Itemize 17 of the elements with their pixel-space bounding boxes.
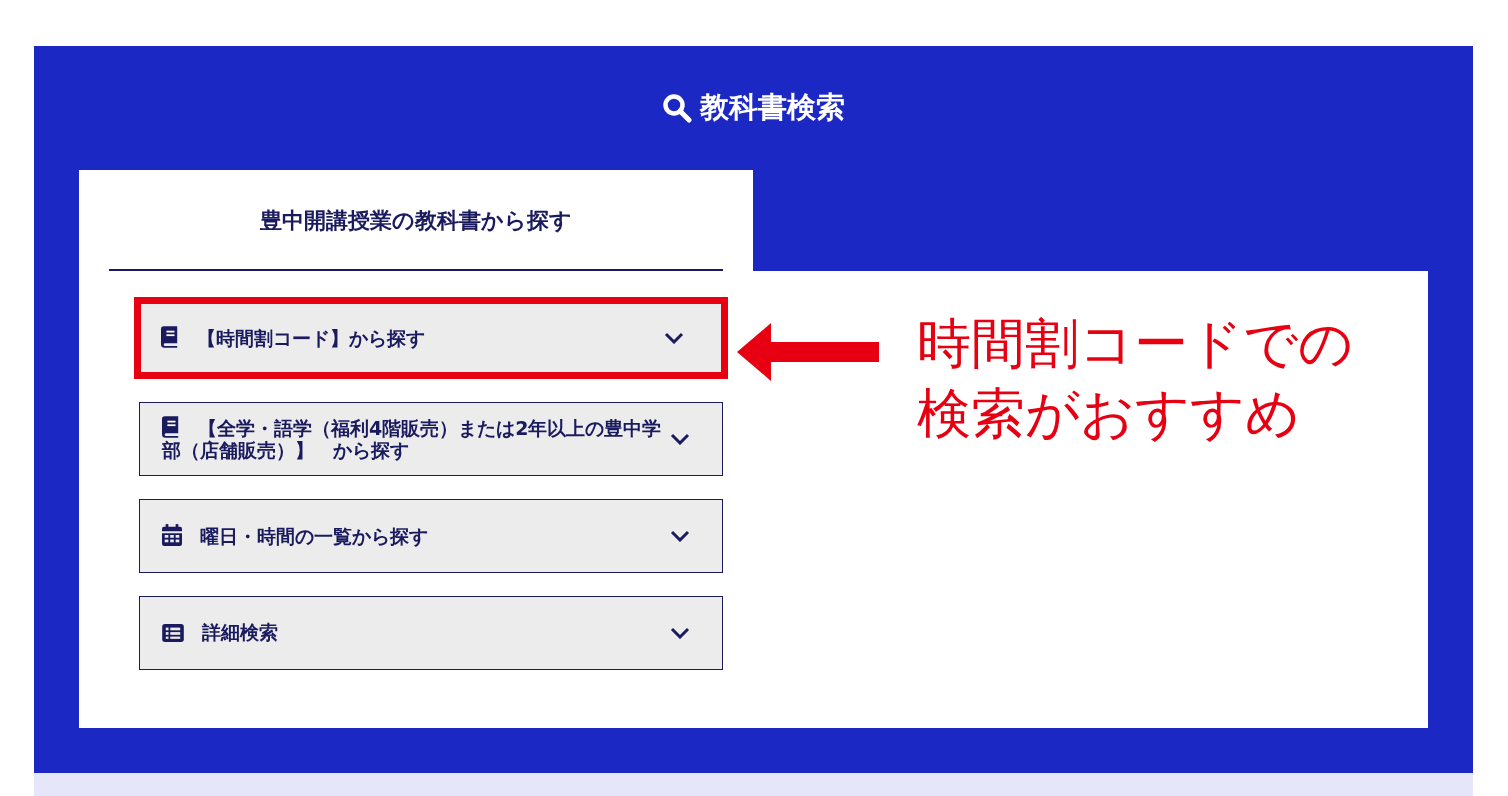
accordion-item[interactable]: 【時間割コード】から探す [134, 297, 728, 379]
chevron-icon [670, 627, 690, 639]
callout-text: 時間割コードでの 検索がおすすめ [917, 311, 1353, 448]
calendar-icon [162, 524, 182, 547]
chevron-icon [670, 433, 690, 445]
tab[interactable]: 豊中開講授業の教科書から探す [79, 170, 753, 271]
search-icon [662, 93, 692, 123]
chevron-icon [670, 530, 690, 542]
panel-title: 教科書検索 [700, 89, 845, 126]
accordion-item[interactable]: 【全学・語学（福利4階販売）または2年以上の豊中学部（店舗販売）】 から探す [139, 402, 723, 476]
book-icon [162, 416, 180, 439]
accordion-item[interactable]: 曜日・時間の一覧から探す [139, 499, 723, 573]
list-icon [162, 624, 184, 643]
chevron-icon [664, 332, 684, 344]
book-icon [161, 326, 179, 349]
arrow-icon [737, 323, 879, 381]
accordion-item[interactable]: 詳細検索 [139, 596, 723, 670]
